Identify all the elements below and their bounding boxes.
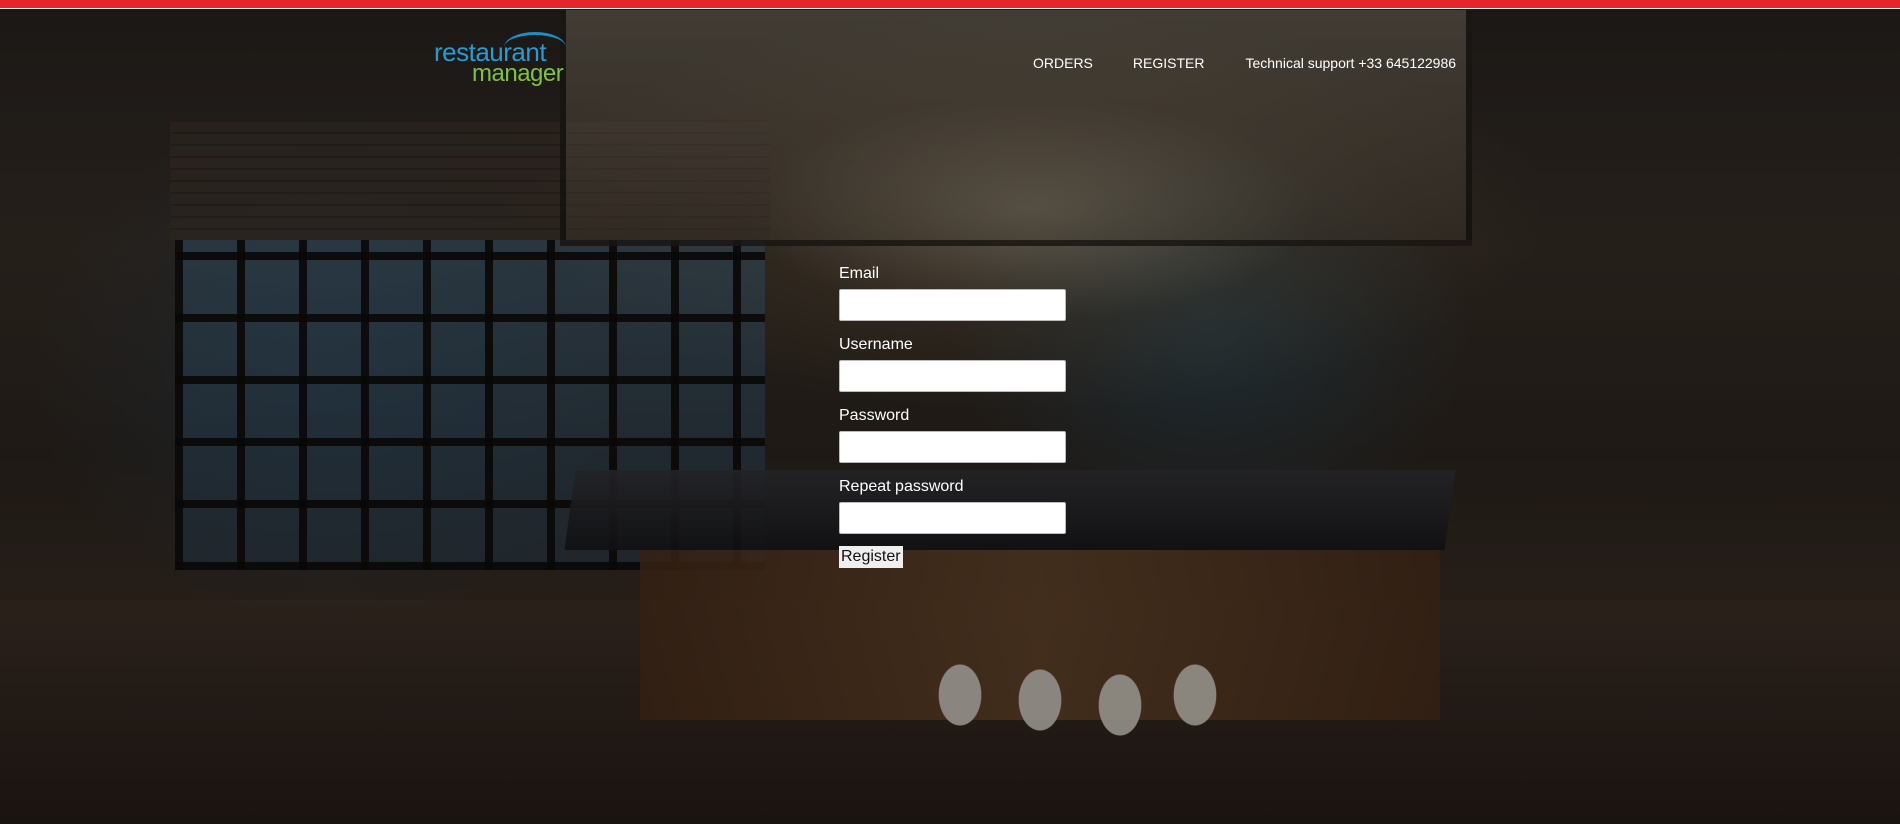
technical-support-text: Technical support +33 645122986: [1245, 55, 1457, 71]
main-nav: ORDERS REGISTER Technical support +33 64…: [1033, 53, 1456, 73]
restaurant-manager-logo[interactable]: restaurant manager: [434, 32, 566, 92]
password-label: Password: [839, 407, 910, 424]
email-field[interactable]: [839, 289, 1066, 321]
nav-register-link[interactable]: REGISTER: [1133, 55, 1205, 71]
register-form: Email Username Password Repeat password …: [839, 264, 1069, 568]
register-button[interactable]: Register: [839, 546, 903, 568]
page: restaurant manager ORDERS REGISTER Techn…: [0, 0, 1900, 824]
logo-text-line2: manager: [472, 60, 564, 87]
password-field[interactable]: [839, 431, 1066, 463]
site-header: restaurant manager ORDERS REGISTER Techn…: [0, 8, 1900, 98]
nav-orders-link[interactable]: ORDERS: [1033, 55, 1093, 71]
username-field[interactable]: [839, 360, 1066, 392]
email-label: Email: [839, 265, 880, 282]
repeat-password-label: Repeat password: [839, 478, 964, 495]
username-label: Username: [839, 336, 913, 353]
repeat-password-field[interactable]: [839, 502, 1066, 534]
